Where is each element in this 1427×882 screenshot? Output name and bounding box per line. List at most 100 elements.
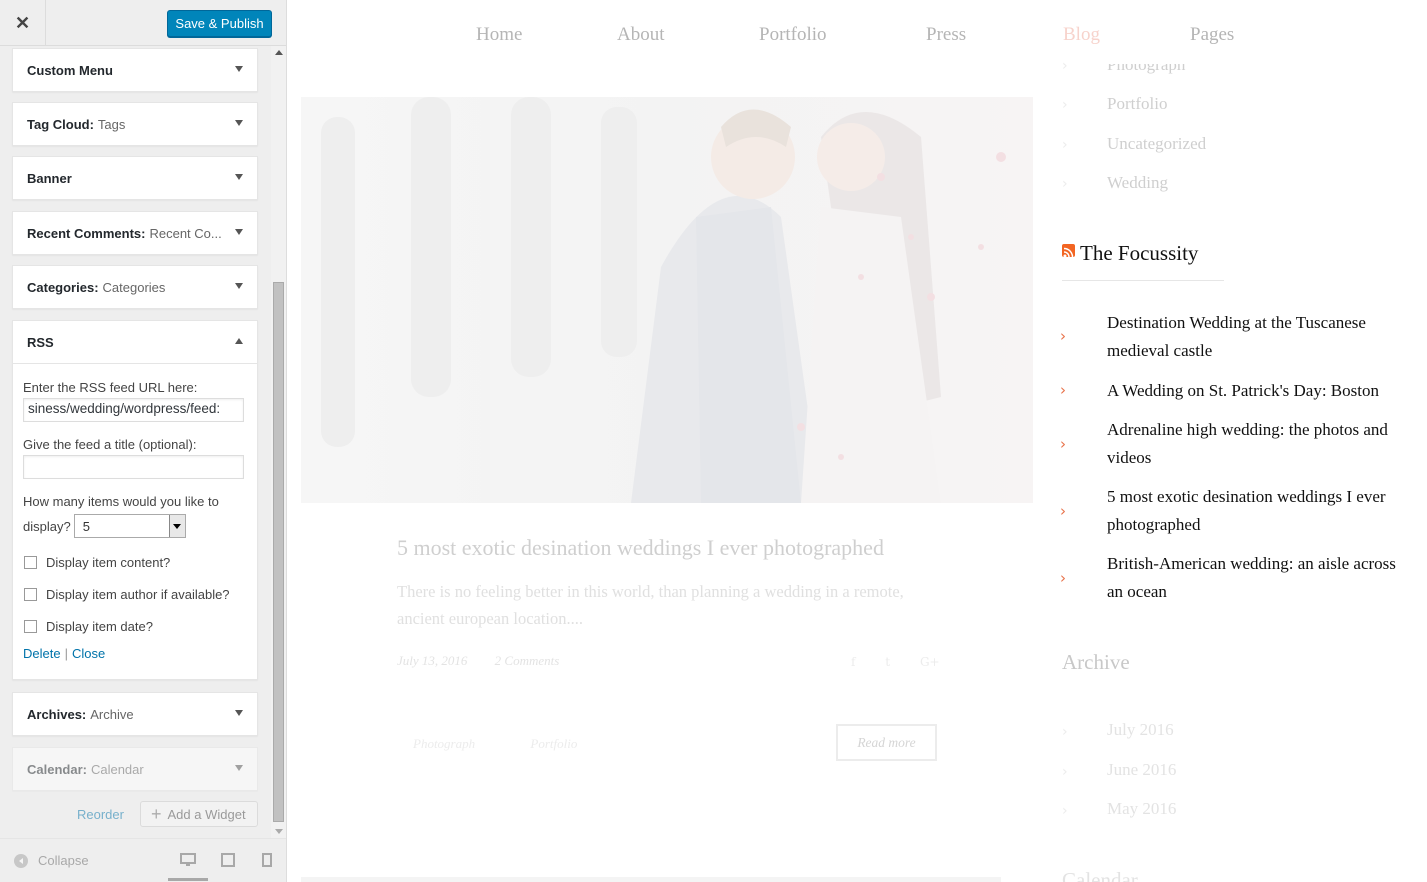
twitter-icon[interactable]: t	[885, 655, 890, 669]
widget-header[interactable]: RSS	[13, 321, 257, 363]
sidebar-scrollbar[interactable]	[271, 46, 286, 838]
chevron-down-icon[interactable]	[235, 66, 243, 72]
next-post-edge	[301, 877, 1001, 882]
feed-item[interactable]: A Wedding on St. Patrick's Day: Boston	[1107, 377, 1407, 405]
chevron-up-icon[interactable]	[235, 338, 243, 344]
feed-item[interactable]: Destination Wedding at the Tuscanese med…	[1107, 309, 1407, 365]
rss-widget-heading: The Focussity	[1062, 241, 1198, 266]
scroll-thumb[interactable]	[273, 282, 284, 822]
check-item-date[interactable]: Display item date?	[23, 616, 247, 636]
calendar-heading: Calendar	[1062, 868, 1138, 882]
facebook-icon[interactable]: f	[851, 655, 855, 669]
rss-icon[interactable]	[1062, 244, 1075, 258]
delete-link[interactable]: Delete	[23, 646, 61, 661]
nav-press[interactable]: Press	[926, 24, 966, 46]
rss-widget-title[interactable]: The Focussity	[1080, 241, 1198, 266]
save-publish-button[interactable]: Save & Publish	[167, 10, 272, 37]
customizer-sidebar: ✕ Save & Publish Custom Menu Tag Cloud: …	[0, 0, 287, 882]
collapse-button[interactable]: Collapse	[14, 853, 89, 868]
widget-header[interactable]: Banner	[13, 157, 257, 199]
category-link[interactable]: Uncategorized	[1107, 134, 1206, 154]
chevron-right-icon: ›	[1062, 58, 1068, 74]
archive-link[interactable]: June 2016	[1107, 760, 1176, 780]
tablet-preview-icon[interactable]	[221, 853, 235, 867]
desktop-preview-icon[interactable]	[180, 853, 196, 867]
customizer-footer: Collapse	[0, 838, 286, 882]
add-widget-label: Add a Widget	[167, 806, 246, 822]
widget-header[interactable]: Categories: Categories	[13, 266, 257, 308]
widget-header[interactable]: Archives: Archive	[13, 693, 257, 735]
main-nav: Home About Portfolio Press Blog Pages	[288, 0, 1427, 70]
widget-header[interactable]: Custom Menu	[13, 49, 257, 91]
category-link[interactable]: Wedding	[1107, 173, 1168, 193]
nav-pages[interactable]: Pages	[1190, 24, 1234, 46]
chevron-down-icon[interactable]	[235, 174, 243, 180]
post-title[interactable]: 5 most exotic desination weddings I ever…	[397, 535, 884, 561]
collapse-icon	[14, 853, 28, 868]
check-label: Display item author if available?	[46, 586, 230, 602]
chevron-down-icon[interactable]	[235, 765, 243, 771]
close-icon[interactable]: ✕	[0, 0, 46, 46]
feed-item[interactable]: Adrenaline high wedding: the photos and …	[1107, 416, 1407, 472]
widget-calendar[interactable]: Calendar: Calendar	[12, 747, 258, 791]
google-plus-icon[interactable]: G+	[920, 655, 940, 669]
collapse-label: Collapse	[38, 853, 89, 868]
check-item-author[interactable]: Display item author if available?	[23, 584, 247, 604]
category-link[interactable]: Portfolio	[1107, 94, 1167, 114]
read-more-button[interactable]: Read more	[836, 724, 937, 761]
check-item-content[interactable]: Display item content?	[23, 552, 247, 572]
checkbox[interactable]	[24, 619, 37, 633]
widget-header[interactable]: Tag Cloud: Tags	[13, 103, 257, 145]
checkbox[interactable]	[24, 555, 37, 569]
post-tags: Photograph Portfolio	[413, 736, 629, 752]
widget-title: Recent Comments:	[27, 225, 146, 241]
feed-item[interactable]: 5 most exotic desination weddings I ever…	[1107, 483, 1407, 539]
feed-item[interactable]: British-American wedding: an aisle acros…	[1107, 550, 1407, 606]
chevron-right-icon: ›	[1062, 764, 1068, 780]
scroll-up-icon[interactable]	[275, 50, 283, 55]
widget-tag-cloud[interactable]: Tag Cloud: Tags	[12, 102, 258, 146]
tag-link[interactable]: Photograph	[413, 736, 475, 751]
widget-title: Custom Menu	[27, 62, 113, 78]
nav-blog[interactable]: Blog	[1063, 24, 1100, 46]
widget-custom-menu[interactable]: Custom Menu	[12, 48, 258, 92]
chevron-right-icon: ›	[1062, 137, 1068, 153]
rss-items-select[interactable]: 5	[73, 514, 186, 538]
checkbox[interactable]	[24, 587, 37, 601]
widget-subtitle: Recent Co...	[149, 225, 222, 241]
widget-subtitle: Categories	[102, 279, 166, 295]
widget-banner[interactable]: Banner	[12, 156, 258, 200]
nav-home[interactable]: Home	[476, 24, 522, 46]
check-label: Display item content?	[46, 554, 171, 570]
widget-title: RSS	[27, 334, 54, 350]
rss-title-input[interactable]	[23, 455, 244, 479]
widget-archives[interactable]: Archives: Archive	[12, 692, 258, 736]
chevron-down-icon[interactable]	[235, 283, 243, 289]
widget-categories[interactable]: Categories: Categories	[12, 265, 258, 309]
nav-about[interactable]: About	[617, 24, 665, 46]
nav-portfolio[interactable]: Portfolio	[759, 24, 827, 46]
chevron-down-icon[interactable]	[235, 710, 243, 716]
reorder-link[interactable]: Reorder	[77, 807, 124, 822]
archive-link[interactable]: July 2016	[1107, 720, 1174, 740]
tag-link[interactable]: Portfolio	[530, 736, 577, 751]
post-date[interactable]: July 13, 2016	[397, 653, 467, 668]
chevron-down-icon[interactable]	[235, 120, 243, 126]
chevron-down-icon[interactable]	[235, 229, 243, 235]
mobile-preview-icon[interactable]	[262, 853, 272, 867]
post-comments[interactable]: 2 Comments	[495, 653, 560, 668]
widget-header[interactable]: Recent Comments: Recent Co...	[13, 212, 257, 254]
widget-recent-comments[interactable]: Recent Comments: Recent Co...	[12, 211, 258, 255]
add-widget-button[interactable]: + Add a Widget	[140, 801, 258, 827]
widget-subtitle: Calendar	[90, 761, 144, 777]
archive-link[interactable]: May 2016	[1107, 799, 1176, 819]
close-link[interactable]: Close	[72, 646, 105, 661]
widget-header[interactable]: Calendar: Calendar	[13, 748, 257, 790]
chevron-right-icon: ›	[1062, 724, 1068, 740]
post-featured-image[interactable]	[301, 97, 1033, 503]
post-share: f t G+	[851, 655, 966, 669]
check-label: Display item date?	[46, 618, 153, 634]
scroll-down-icon[interactable]	[275, 829, 283, 834]
rss-url-input[interactable]: :siness/wedding/wordpress/feed	[23, 398, 244, 422]
chevron-down-icon[interactable]	[168, 515, 185, 537]
